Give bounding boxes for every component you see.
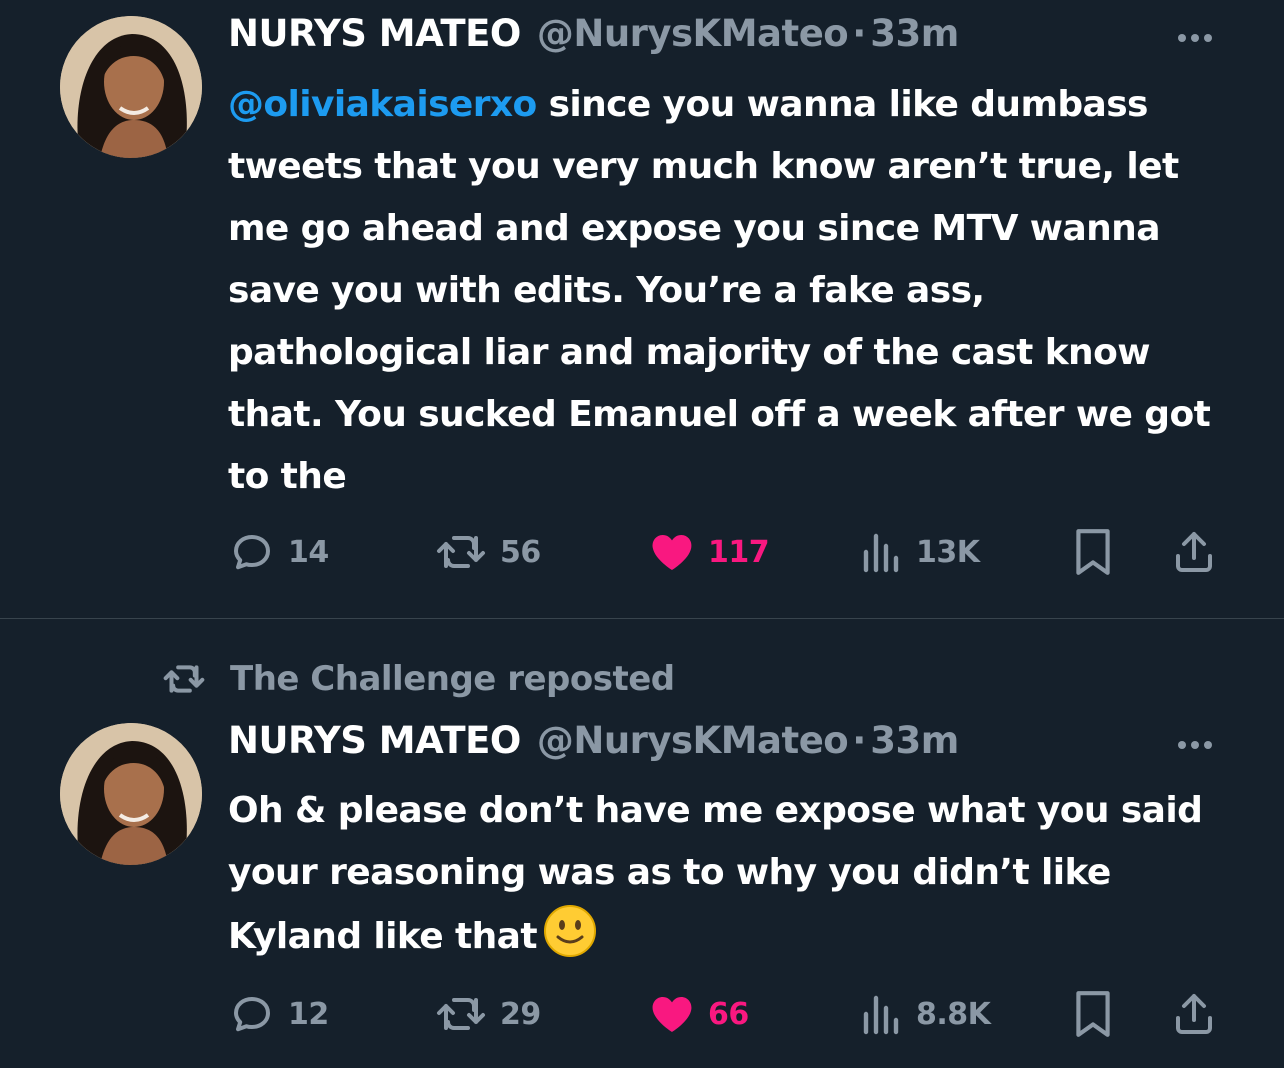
tweet-text: Oh & please don’t have me expose what yo… <box>228 780 1238 968</box>
author-name[interactable]: NURYS MATEO <box>228 12 521 55</box>
repost-context[interactable]: The Challenge reposted <box>160 659 675 699</box>
bookmark-icon <box>1076 529 1110 575</box>
views-button[interactable]: 8.8K <box>860 988 991 1040</box>
share-icon <box>1176 994 1212 1034</box>
separator: · <box>852 719 867 762</box>
views-icon <box>863 995 899 1035</box>
repost-button[interactable]: 56 <box>434 526 541 578</box>
repost-icon <box>437 998 485 1030</box>
tweet-text-content: since you wanna like dumbass tweets that… <box>228 84 1211 497</box>
heart-icon <box>652 535 692 570</box>
bookmark-button[interactable] <box>1070 988 1116 1040</box>
bookmark-button[interactable] <box>1070 526 1116 578</box>
reply-count: 12 <box>288 996 329 1032</box>
reply-button[interactable]: 12 <box>228 988 329 1040</box>
like-button[interactable]: 117 <box>648 526 770 578</box>
repost-icon <box>434 528 485 576</box>
more-icon[interactable] <box>1170 735 1220 755</box>
views-count: 13K <box>916 534 980 570</box>
like-button[interactable]: 66 <box>648 988 749 1040</box>
timestamp[interactable]: 33m <box>870 12 959 55</box>
share-button[interactable] <box>1170 526 1218 578</box>
tweet-text: @oliviakaiserxo since you wanna like dum… <box>228 74 1238 508</box>
repost-icon <box>163 665 205 693</box>
separator: · <box>852 12 867 55</box>
tweet-header: NURYS MATEO @NurysKMateo · 33m <box>228 719 959 769</box>
repost-count: 56 <box>500 534 541 570</box>
heart-icon <box>652 997 692 1032</box>
author-handle[interactable]: @NurysKMateo <box>537 12 849 55</box>
views-button[interactable]: 13K <box>860 526 980 578</box>
like-count: 117 <box>708 534 770 570</box>
author-handle[interactable]: @NurysKMateo <box>537 719 849 762</box>
repost-count: 29 <box>500 996 541 1032</box>
more-icon[interactable] <box>1170 28 1220 48</box>
reply-button[interactable]: 14 <box>228 526 329 578</box>
avatar-image <box>60 723 202 865</box>
reply-icon <box>234 535 270 570</box>
author-name[interactable]: NURYS MATEO <box>228 719 521 762</box>
views-icon <box>863 533 899 573</box>
share-icon <box>1176 532 1212 572</box>
tweet-actions: 14 56 117 13K <box>228 526 1228 578</box>
tweet-actions: 12 29 66 8.8K <box>228 988 1228 1040</box>
tweet[interactable]: The Challenge reposted NURYS MATEO @Nury… <box>0 619 1284 1068</box>
views-count: 8.8K <box>916 996 991 1032</box>
repost-button[interactable]: 29 <box>434 988 541 1040</box>
like-count: 66 <box>708 996 749 1032</box>
tweet-text-content: Oh & please don’t have me expose what yo… <box>228 790 1203 957</box>
reply-icon <box>234 997 270 1032</box>
avatar[interactable] <box>60 16 202 158</box>
mention-link[interactable]: @oliviakaiserxo <box>228 84 537 125</box>
reposted-by: The Challenge reposted <box>230 659 675 699</box>
share-button[interactable] <box>1170 988 1218 1040</box>
avatar[interactable] <box>60 723 202 865</box>
reply-count: 14 <box>288 534 329 570</box>
avatar-image <box>60 16 202 158</box>
slightly-smiling-face-icon <box>543 904 597 958</box>
timestamp[interactable]: 33m <box>870 719 959 762</box>
tweet[interactable]: NURYS MATEO @NurysKMateo · 33m @oliviaka… <box>0 0 1284 618</box>
bookmark-icon <box>1076 991 1110 1037</box>
tweet-header: NURYS MATEO @NurysKMateo · 33m <box>228 12 959 62</box>
